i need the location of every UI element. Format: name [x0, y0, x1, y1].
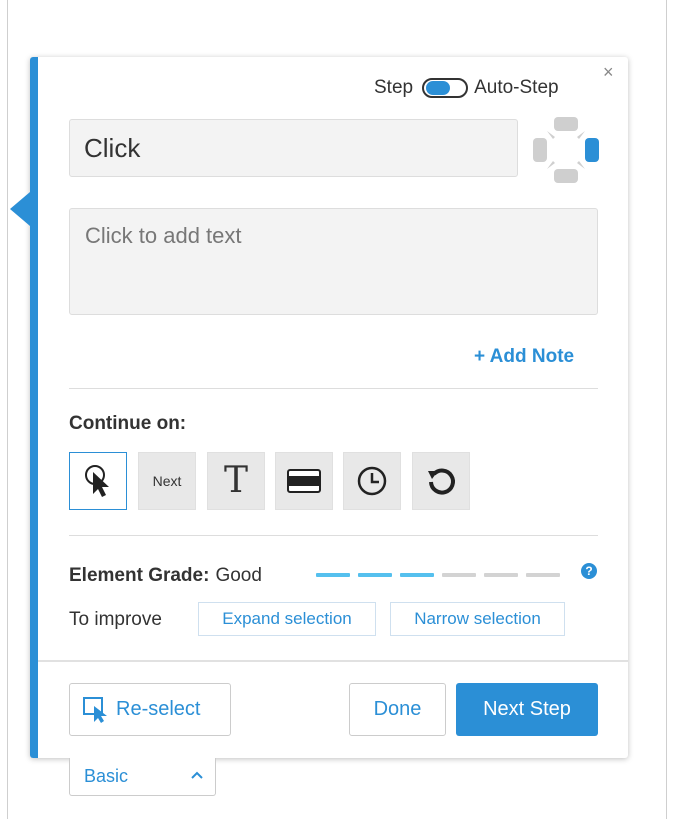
reselect-label: Re-select: [116, 698, 201, 720]
continue-on-next-button[interactable]: Next: [138, 452, 196, 510]
grade-meter: [316, 573, 568, 577]
element-bar-icon: [287, 469, 321, 493]
reselect-icon: [83, 696, 107, 723]
frame-right-edge: [666, 0, 667, 819]
footer-divider: [38, 660, 628, 662]
grade-bar-segment: [400, 573, 434, 577]
done-button[interactable]: Done: [349, 683, 446, 736]
clock-icon: [357, 466, 387, 496]
element-grade-value: Good: [215, 565, 262, 586]
next-option-label: Next: [152, 473, 182, 489]
next-step-button[interactable]: Next Step: [456, 683, 598, 736]
step-mode-toggle-row: Step Auto-Step: [374, 76, 559, 100]
close-icon[interactable]: ×: [603, 63, 614, 81]
add-note-link[interactable]: + Add Note: [474, 346, 574, 368]
chevron-up-icon: [191, 771, 203, 779]
grade-bar-segment: [442, 573, 476, 577]
grade-bar-segment: [526, 573, 560, 577]
dialog-accent-bar: [30, 57, 38, 758]
element-grade: Element Grade: Good: [69, 565, 262, 587]
continue-on-element-button[interactable]: [275, 452, 333, 510]
step-mode-toggle[interactable]: [422, 78, 469, 98]
element-grade-label: Element Grade:: [69, 565, 210, 586]
continue-on-click-button[interactable]: [69, 452, 127, 510]
text-t-icon: T: [223, 460, 248, 501]
continue-on-label: Continue on:: [69, 413, 187, 434]
grade-bar-segment: [316, 573, 350, 577]
pointer-arrow: [10, 192, 30, 226]
step-label: Step: [374, 77, 414, 98]
mode-select[interactable]: Basic: [69, 758, 216, 796]
continue-on-refresh-button[interactable]: [412, 452, 470, 510]
refresh-icon: [428, 468, 455, 495]
help-icon[interactable]: ?: [581, 563, 597, 579]
narrow-selection-button[interactable]: Narrow selection: [390, 602, 565, 636]
cursor-click-icon: [85, 465, 109, 497]
grade-bar-segment: [484, 573, 518, 577]
section-divider: [69, 388, 598, 389]
continue-on-text-button[interactable]: T: [207, 452, 265, 510]
auto-step-label: Auto-Step: [474, 77, 559, 98]
action-type-input[interactable]: [69, 119, 518, 177]
section-divider: [69, 535, 598, 536]
move-arrows-icon[interactable]: [533, 117, 599, 183]
to-improve-label: To improve: [69, 609, 162, 630]
toggle-knob: [426, 81, 451, 95]
reselect-button[interactable]: Re-select: [69, 683, 231, 736]
frame-left-edge: [7, 0, 8, 819]
grade-bar-segment: [358, 573, 392, 577]
expand-selection-button[interactable]: Expand selection: [198, 602, 376, 636]
mode-select-value: Basic: [84, 766, 129, 786]
step-text-area[interactable]: [69, 208, 598, 315]
continue-on-timer-button[interactable]: [343, 452, 401, 510]
